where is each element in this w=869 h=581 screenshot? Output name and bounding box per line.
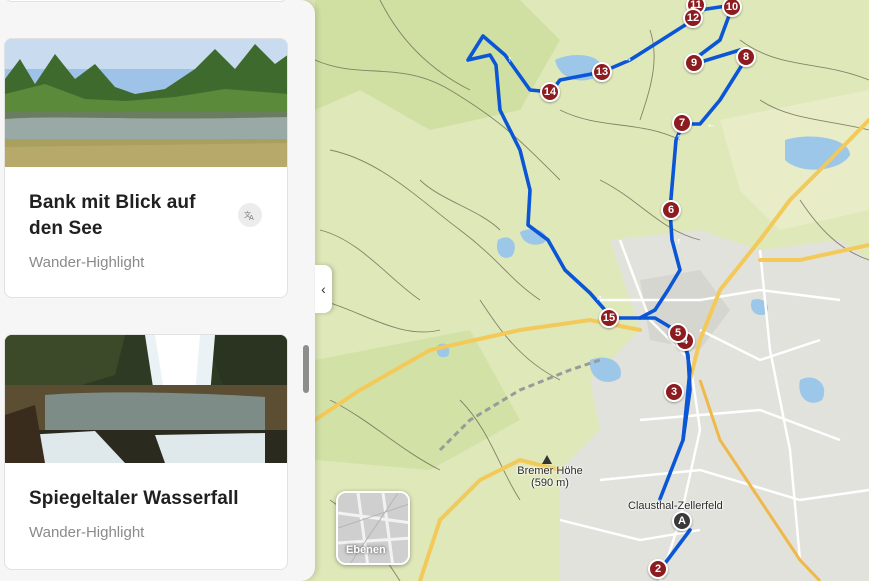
waypoint-pin[interactable]: 13 (592, 62, 612, 82)
highlight-card-partial[interactable] (4, 0, 288, 2)
panel-scrollbar[interactable] (303, 345, 309, 393)
waypoint-pin[interactable]: 12 (683, 8, 703, 28)
waterfall-photo (5, 335, 287, 463)
waypoint-start-pin[interactable]: A (672, 511, 692, 531)
svg-text:↑: ↑ (507, 56, 513, 64)
translate-glyph: 文 A (244, 210, 254, 221)
collapse-panel-button[interactable]: ‹ (315, 265, 332, 313)
side-panel: Bank mit Blick auf den See 文 A Wander-Hi… (0, 0, 315, 581)
waypoint-pin[interactable]: 7 (672, 113, 692, 133)
chevron-left-icon: ‹ (321, 281, 326, 297)
svg-text:A: A (249, 214, 254, 221)
card-title: Bank mit Blick auf den See (29, 192, 196, 239)
svg-text:→: → (625, 56, 631, 64)
svg-text:↑: ↑ (676, 134, 682, 142)
waterfall-image (5, 335, 287, 463)
waypoint-pin[interactable]: 5 (668, 323, 688, 343)
card-title: Spiegeltaler Wasserfall (29, 488, 239, 509)
waypoint-pin[interactable]: 2 (648, 559, 668, 579)
card-subtitle: Wander-Highlight (29, 254, 145, 271)
svg-text:↗: ↗ (596, 294, 602, 302)
svg-text:↑: ↑ (676, 238, 682, 246)
card-subtitle: Wander-Highlight (29, 524, 145, 541)
waypoint-pin[interactable]: 14 (540, 82, 560, 102)
waypoint-pin[interactable]: 15 (599, 308, 619, 328)
highlight-card[interactable]: Spiegeltaler Wasserfall Wander-Highlight (4, 334, 288, 570)
translate-icon[interactable]: 文 A (238, 203, 262, 227)
highlight-card[interactable]: Bank mit Blick auf den See 文 A Wander-Hi… (4, 38, 288, 298)
waypoint-pin[interactable]: 8 (736, 47, 756, 67)
peak-label: Bremer Höhe (590 m) (505, 465, 595, 489)
town-label: Clausthal-Zellerfeld (628, 500, 723, 512)
svg-text:←: ← (708, 122, 714, 130)
lake-image (5, 39, 287, 167)
peak-elevation: (590 m) (531, 477, 569, 489)
peak-name: Bremer Höhe (517, 465, 583, 477)
layers-button[interactable]: Ebenen (336, 491, 410, 565)
waypoint-pin[interactable]: 6 (661, 200, 681, 220)
waypoint-pin[interactable]: 9 (684, 53, 704, 73)
lake-photo (5, 39, 287, 167)
waypoint-pin[interactable]: 3 (664, 382, 684, 402)
layers-label: Ebenen (346, 544, 386, 556)
